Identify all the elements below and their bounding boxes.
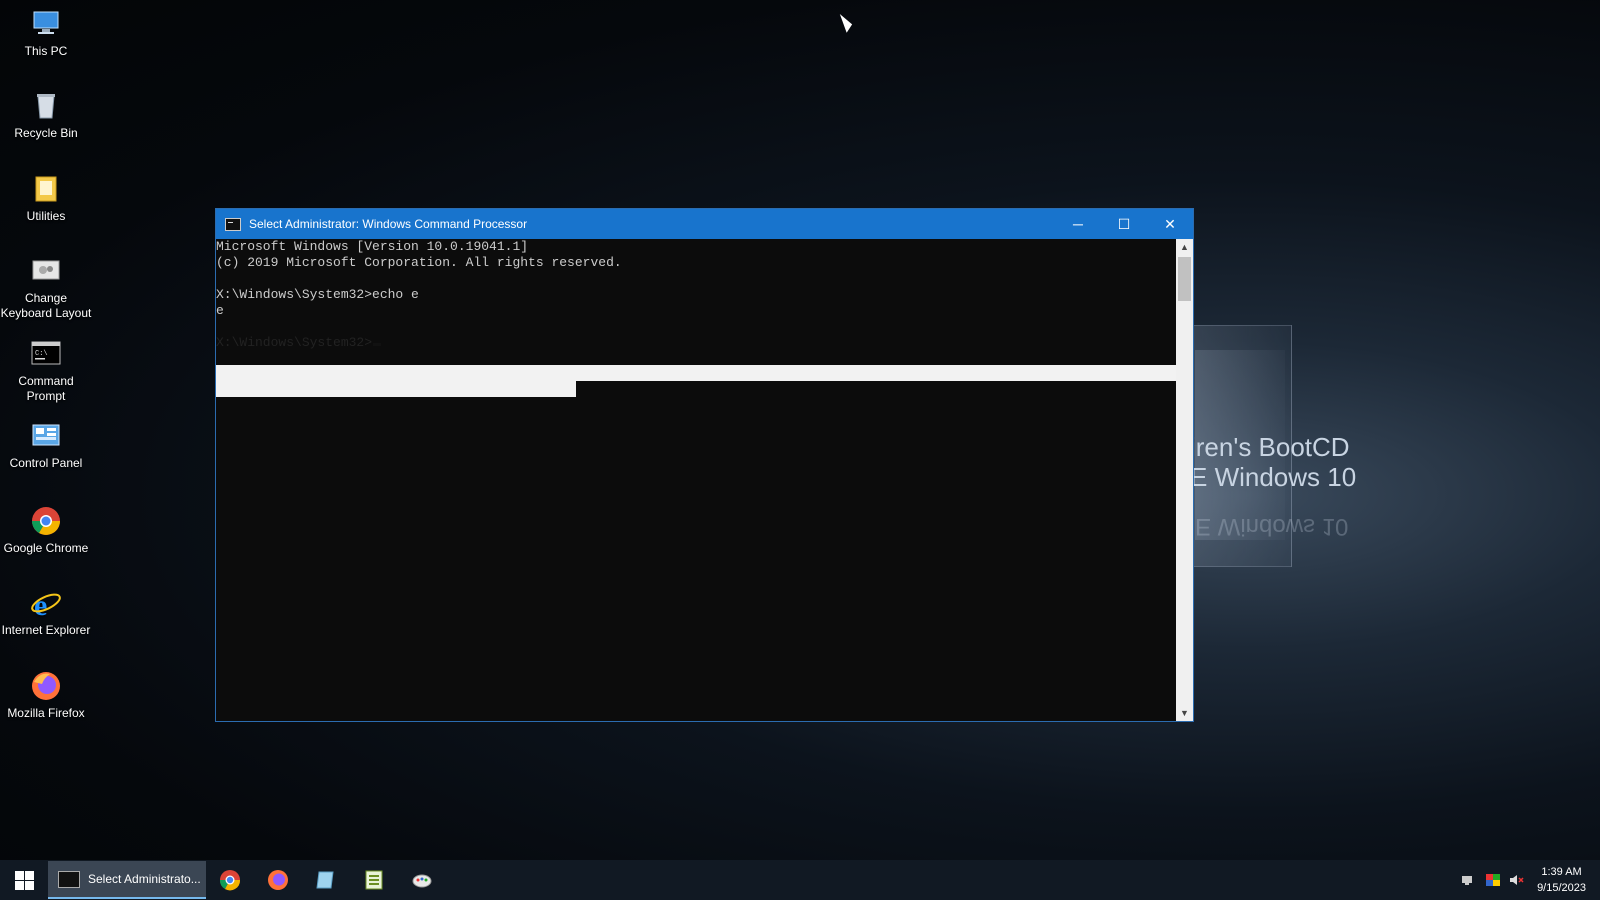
- system-tray: 1:39 AM 9/15/2023: [1457, 860, 1600, 900]
- desktop-icon-control-panel[interactable]: Control Panel: [0, 420, 92, 471]
- recycle-bin-icon: [30, 90, 62, 122]
- clock[interactable]: 1:39 AM 9/15/2023: [1529, 864, 1600, 896]
- spreadsheet-icon: [365, 870, 383, 890]
- title-bar[interactable]: Select Administrator: Windows Command Pr…: [216, 209, 1193, 239]
- display-icon[interactable]: [1486, 874, 1501, 886]
- console-line: e: [216, 303, 224, 318]
- cmd-window[interactable]: Select Administrator: Windows Command Pr…: [215, 208, 1194, 722]
- desktop-icon-label: This PC: [24, 44, 68, 58]
- taskbar-item-cmd[interactable]: Select Administrato...: [48, 861, 206, 899]
- scroll-up-arrow-icon[interactable]: ▲: [1176, 239, 1193, 255]
- chrome-icon: [30, 505, 62, 537]
- wallpaper-subtitle: E Windows 10: [1190, 462, 1357, 492]
- prompt-text: X:\Windows\System32>: [216, 335, 373, 350]
- desktop-icon-utilities[interactable]: Utilities: [0, 173, 92, 224]
- network-icon[interactable]: [1462, 874, 1476, 886]
- desktop-icon-label: Google Chrome: [3, 541, 89, 555]
- desktop-icon-google-chrome[interactable]: Google Chrome: [0, 505, 92, 556]
- text-cursor: [373, 343, 382, 346]
- desktop-icon-label: Change Keyboard Layout: [0, 291, 92, 320]
- window-title: Select Administrator: Windows Command Pr…: [249, 217, 528, 231]
- taskbar-item-label: Select Administrato...: [88, 872, 201, 886]
- folder-icon: [30, 173, 62, 205]
- selection-highlight: [216, 365, 1176, 381]
- desktop-icon-mozilla-firefox[interactable]: Mozilla Firefox: [0, 670, 92, 721]
- desktop-icon-recycle-bin[interactable]: Recycle Bin: [0, 90, 92, 141]
- wallpaper-title: iren's BootCD: [1190, 432, 1350, 462]
- clock-date: 9/15/2023: [1537, 882, 1586, 894]
- close-button[interactable]: ✕: [1147, 209, 1193, 239]
- command-prompt-icon: C:\: [30, 338, 62, 370]
- console-line: Microsoft Windows [Version 10.0.19041.1]: [216, 239, 529, 254]
- taskbar-chrome[interactable]: [206, 860, 254, 900]
- volume-muted-icon[interactable]: [1510, 874, 1524, 886]
- internet-explorer-icon: e: [30, 587, 62, 622]
- taskbar-spreadsheet[interactable]: [350, 860, 398, 900]
- taskbar-paint[interactable]: [398, 860, 446, 900]
- desktop-icon-this-pc[interactable]: This PC: [0, 8, 92, 59]
- wallpaper-reflection: E Windows 10: [1195, 513, 1349, 540]
- desktop-icon-label: Control Panel: [9, 456, 83, 470]
- desktop-icon-label: Command Prompt: [18, 374, 74, 403]
- windows-logo-icon: [25, 871, 34, 880]
- console-prompt-line[interactable]: X:\Windows\System32>: [216, 335, 1176, 351]
- clock-time: 1:39 AM: [1541, 866, 1582, 878]
- taskbar-firefox[interactable]: [254, 860, 302, 900]
- cmd-window-icon: [225, 217, 241, 231]
- taskbar-notepad[interactable]: [302, 860, 350, 900]
- scroll-thumb[interactable]: [1178, 257, 1191, 301]
- console-line: X:\Windows\System32>echo e: [216, 287, 419, 302]
- control-panel-icon: [30, 420, 62, 452]
- notepad-icon: [316, 871, 334, 889]
- svg-text:e: e: [34, 589, 47, 619]
- svg-text:C:\: C:\: [35, 350, 48, 358]
- minimize-button[interactable]: ─: [1055, 209, 1101, 239]
- windows-logo-icon: [15, 881, 24, 890]
- firefox-icon: [30, 670, 62, 702]
- desktop-icon-command-prompt[interactable]: C:\ Command Prompt: [0, 338, 92, 404]
- desktop-icon-label: Internet Explorer: [1, 623, 91, 637]
- scroll-down-arrow-icon[interactable]: ▼: [1176, 705, 1193, 721]
- command-prompt-icon: [58, 870, 80, 888]
- chrome-icon: [219, 870, 241, 891]
- windows-logo-icon: [15, 871, 24, 880]
- console-output[interactable]: Microsoft Windows [Version 10.0.19041.1]…: [216, 239, 1176, 721]
- selection-highlight: [216, 381, 576, 397]
- mouse-pointer-icon: [839, 11, 855, 33]
- taskbar: Select Administrato... 1:39 AM 9/15/2023: [0, 860, 1600, 900]
- desktop-icon-internet-explorer[interactable]: e Internet Explorer: [0, 587, 92, 638]
- keyboard-layout-icon: [30, 255, 62, 287]
- vertical-scrollbar[interactable]: ▲ ▼: [1176, 239, 1193, 721]
- console-line: (c) 2019 Microsoft Corporation. All righ…: [216, 255, 622, 270]
- desktop-icon-label: Utilities: [26, 209, 66, 223]
- this-pc-icon: [30, 8, 62, 40]
- desktop-icon-change-keyboard-layout[interactable]: Change Keyboard Layout: [0, 255, 92, 321]
- windows-logo-icon: [25, 881, 34, 890]
- maximize-button[interactable]: ☐: [1101, 209, 1147, 239]
- desktop-icon-label: Mozilla Firefox: [7, 706, 85, 720]
- firefox-icon: [268, 870, 288, 890]
- start-button[interactable]: [0, 860, 48, 900]
- paint-icon: [412, 874, 432, 888]
- desktop-icon-label: Recycle Bin: [14, 126, 78, 140]
